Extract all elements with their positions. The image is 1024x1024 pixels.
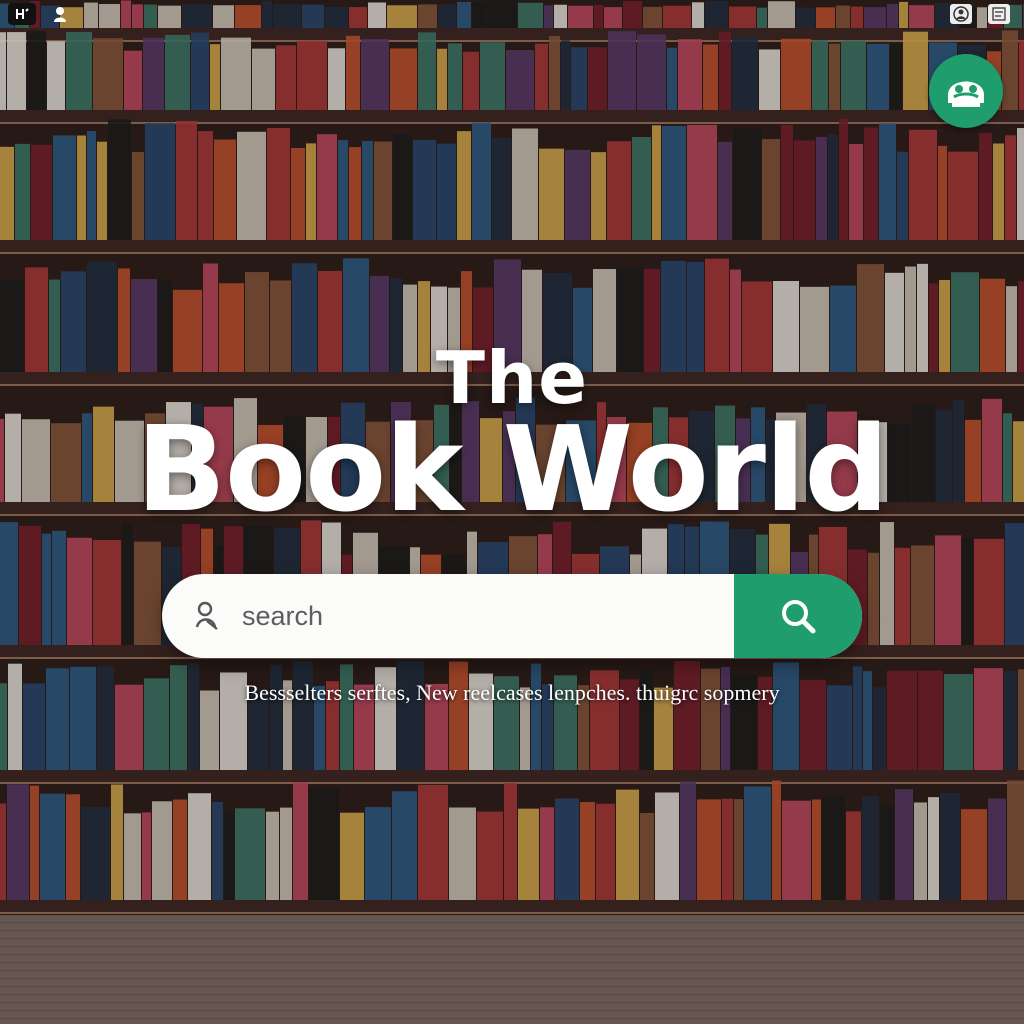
mascot-icon	[948, 81, 984, 107]
top-left-toolbar	[8, 3, 74, 25]
page-title: Book World	[136, 400, 889, 538]
account-icon[interactable]	[950, 4, 972, 24]
tagline: Bessselters serftes, New reelcases lenpc…	[244, 680, 780, 705]
menu-icon[interactable]	[988, 4, 1010, 24]
magnifier-icon	[782, 600, 816, 634]
user-icon[interactable]	[46, 3, 74, 25]
mascot-avatar[interactable]	[929, 54, 1003, 128]
search-button[interactable]	[734, 574, 862, 658]
top-right-toolbar	[950, 4, 1010, 24]
person-search-icon	[176, 599, 240, 633]
search-bar	[162, 574, 862, 658]
search-input[interactable]	[240, 599, 734, 633]
window-icon[interactable]	[8, 3, 36, 25]
